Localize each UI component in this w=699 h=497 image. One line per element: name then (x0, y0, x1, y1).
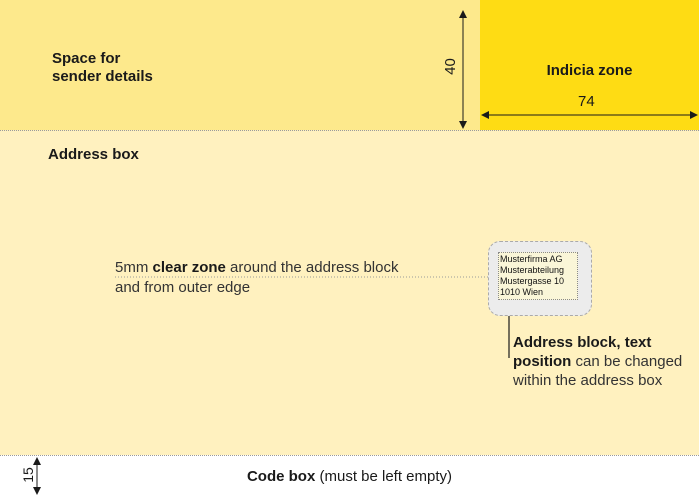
address-line-3: Mustergasse 10 (500, 276, 565, 286)
address-line-4: 1010 Wien (500, 287, 544, 297)
clear-zone-note: 5mm clear zone around the address block … (115, 258, 399, 298)
clear-zone-rest: around the address block (225, 259, 399, 276)
clear-zone-prefix: 5mm (115, 259, 153, 276)
indicia-title: Indicia zone (546, 62, 633, 79)
sender-label: Space for sender details (52, 50, 153, 86)
sender-label-line2: sender details (52, 68, 153, 85)
code-box-bold: Code box (246, 468, 316, 485)
code-box-height-label: 15 (19, 467, 36, 483)
address-block-explanation: Address block, text position can be chan… (513, 333, 693, 390)
clear-zone-bold: clear zone (152, 259, 226, 276)
address-top-divider (0, 130, 699, 131)
address-line-1: Musterfirma AG (500, 254, 563, 264)
code-top-divider (0, 455, 699, 456)
sender-height-label: 40 (441, 58, 459, 75)
address-line-2: Musterabteilung (500, 265, 565, 275)
sender-label-line1: Space for (52, 50, 121, 67)
indicia-width-label: 74 (578, 93, 595, 110)
code-box-label: Code box (must be left empty) (0, 468, 699, 485)
address-box-title: Address box (48, 146, 139, 163)
code-box-rest: (must be left empty) (315, 468, 453, 485)
clear-zone-line2: and from outer edge (115, 279, 251, 296)
